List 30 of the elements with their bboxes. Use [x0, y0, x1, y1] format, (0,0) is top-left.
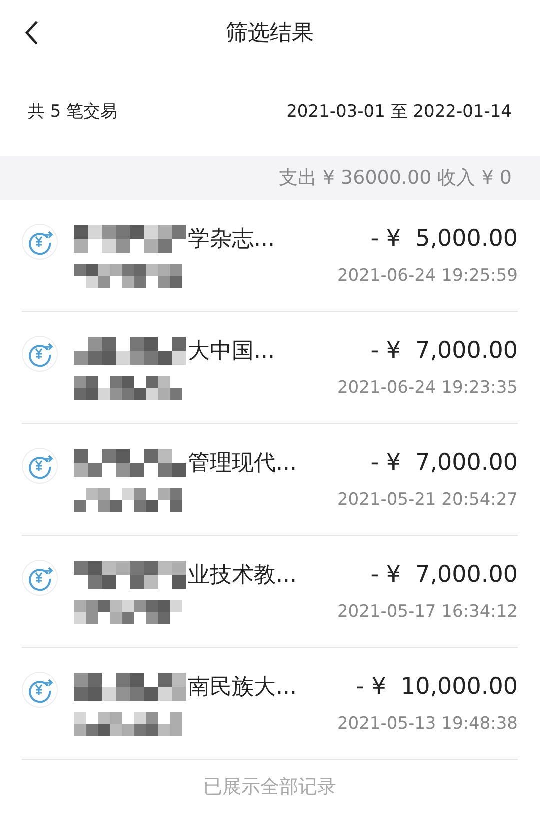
- totals-text: 支出 ¥ 36000.00 收入 ¥ 0: [278, 166, 512, 191]
- transfer-icon: [22, 224, 58, 260]
- date-range: 2021-03-01 至 2022-01-14: [286, 100, 512, 122]
- payee-name: 业技术教...: [188, 562, 297, 590]
- transaction-time: 2021-06-24 19:25:59: [337, 266, 518, 286]
- transaction-row[interactable]: 大中国... - ¥ 7,000.00 2021-06-24 19:23:35: [22, 312, 518, 424]
- transaction-time: 2021-05-17 16:34:12: [337, 602, 518, 622]
- transfer-icon: [22, 448, 58, 484]
- amount: - ¥ 7,000.00: [370, 562, 518, 588]
- transaction-row[interactable]: 管理现代... - ¥ 7,000.00 2021-05-21 20:54:27: [22, 424, 518, 536]
- transaction-time: 2021-06-24 19:23:35: [337, 378, 518, 398]
- transfer-icon: [22, 672, 58, 708]
- end-of-list-text: 已展示全部记录: [202, 775, 338, 800]
- transaction-time: 2021-05-13 19:48:38: [337, 714, 518, 734]
- transfer-icon: [22, 560, 58, 596]
- payee-name: 管理现代...: [188, 450, 297, 478]
- transaction-row[interactable]: 业技术教... - ¥ 7,000.00 2021-05-17 16:34:12: [22, 536, 518, 648]
- payee-name: 大中国...: [188, 338, 275, 366]
- amount: - ¥ 7,000.00: [370, 450, 518, 476]
- amount: - ¥ 10,000.00: [356, 674, 518, 700]
- amount: - ¥ 5,000.00: [370, 226, 518, 252]
- transaction-time: 2021-05-21 20:54:27: [337, 490, 518, 510]
- transaction-count: 共 5 笔交易: [28, 100, 118, 122]
- transaction-row[interactable]: 南民族大... - ¥ 10,000.00 2021-05-13 19:48:38: [22, 648, 518, 760]
- transfer-icon: [22, 336, 58, 372]
- transaction-row[interactable]: 学杂志... - ¥ 5,000.00 2021-06-24 19:25:59: [22, 200, 518, 312]
- page-title: 筛选结果: [226, 20, 314, 48]
- amount: - ¥ 7,000.00: [370, 338, 518, 364]
- payee-name: 学杂志...: [188, 226, 275, 254]
- payee-name: 南民族大...: [188, 674, 297, 702]
